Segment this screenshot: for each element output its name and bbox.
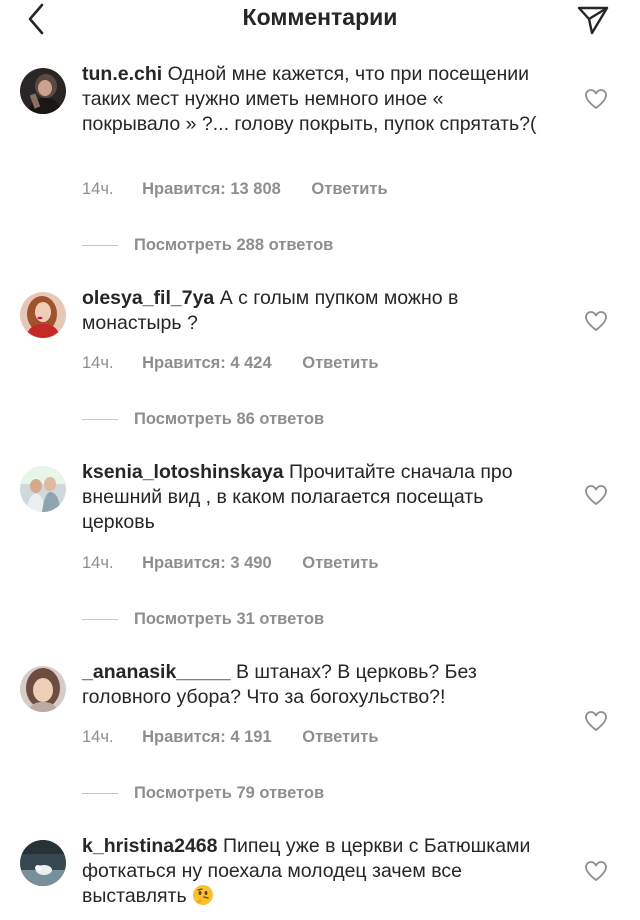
- comment-time: 14ч.: [82, 728, 114, 746]
- likes-count[interactable]: Нравится: 3 490: [142, 554, 272, 572]
- avatar[interactable]: [20, 666, 66, 712]
- comment-username[interactable]: _ananasik_____: [82, 661, 231, 683]
- likes-count[interactable]: Нравится: 4 424: [142, 354, 272, 372]
- heart-icon: [585, 711, 607, 731]
- view-replies-button[interactable]: Посмотреть 288 ответов: [82, 236, 333, 255]
- heart-icon: [585, 89, 607, 109]
- comment-time: 14ч.: [82, 180, 114, 198]
- like-button[interactable]: [584, 88, 608, 110]
- like-button[interactable]: [584, 860, 608, 882]
- view-replies-label: Посмотреть 288 ответов: [134, 236, 334, 254]
- comment-time: 14ч.: [82, 554, 114, 572]
- likes-count[interactable]: Нравится: 13 808: [142, 180, 281, 198]
- avatar[interactable]: [20, 840, 66, 886]
- reply-button[interactable]: Ответить: [302, 354, 378, 372]
- view-replies-label: Посмотреть 79 ответов: [134, 784, 325, 802]
- reply-button[interactable]: Ответить: [302, 554, 378, 572]
- thinking-face-icon: [192, 884, 214, 906]
- divider-line: [82, 245, 118, 247]
- comment-username[interactable]: ksenia_lotoshinskaya: [82, 461, 284, 483]
- reply-button[interactable]: Ответить: [302, 728, 378, 746]
- view-replies-label: Посмотреть 31 ответов: [134, 610, 325, 628]
- likes-count[interactable]: Нравится: 4 191: [142, 728, 272, 746]
- divider-line: [82, 793, 118, 795]
- page-title: Комментарии: [242, 4, 398, 30]
- comment-username[interactable]: tun.e.chi: [82, 63, 162, 85]
- divider-line: [82, 619, 118, 621]
- view-replies-button[interactable]: Посмотреть 31 ответов: [82, 610, 324, 629]
- comment-meta: 14ч. Нравится: 4 191 Ответить: [82, 728, 378, 747]
- like-button[interactable]: [584, 484, 608, 506]
- comment-meta: 14ч. Нравится: 4 424 Ответить: [82, 354, 378, 373]
- send-button[interactable]: [576, 3, 610, 37]
- heart-icon: [585, 311, 607, 331]
- heart-icon: [585, 861, 607, 881]
- like-button[interactable]: [584, 310, 608, 332]
- view-replies-button[interactable]: Посмотреть 86 ответов: [82, 410, 324, 429]
- reply-button[interactable]: Ответить: [311, 180, 387, 198]
- like-button[interactable]: [584, 710, 608, 732]
- view-replies-label: Посмотреть 86 ответов: [134, 410, 325, 428]
- avatar[interactable]: [20, 466, 66, 512]
- comment-username[interactable]: k_hristina2468: [82, 835, 218, 857]
- avatar[interactable]: [20, 292, 66, 338]
- view-replies-button[interactable]: Посмотреть 79 ответов: [82, 784, 324, 803]
- comment-username[interactable]: olesya_fil_7ya: [82, 287, 214, 309]
- comment-meta: 14ч. Нравится: 13 808 Ответить: [82, 180, 388, 199]
- divider-line: [82, 419, 118, 421]
- header: Комментарии: [0, 0, 640, 40]
- comment-time: 14ч.: [82, 354, 114, 372]
- avatar[interactable]: [20, 68, 66, 114]
- comment-meta: 14ч. Нравится: 3 490 Ответить: [82, 554, 378, 573]
- heart-icon: [585, 485, 607, 505]
- direct-send-icon: [577, 6, 609, 35]
